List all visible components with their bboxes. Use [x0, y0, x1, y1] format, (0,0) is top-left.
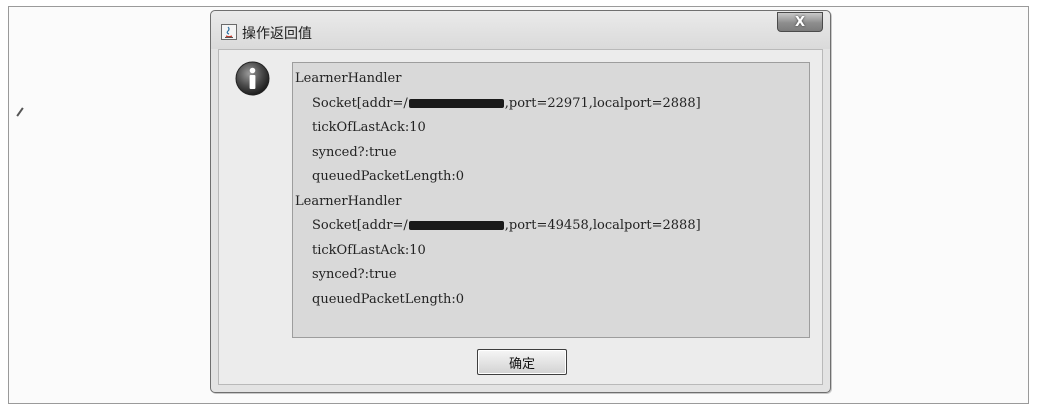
message-line: queuedPacketLength:0: [312, 169, 465, 184]
info-icon: [235, 61, 270, 96]
message-line: Socket[addr=/ ,port=49458,localport=2888]: [295, 214, 809, 239]
socket-suffix: ,port=49458,localport=2888]: [504, 218, 701, 233]
socket-prefix: Socket[addr=/: [312, 95, 408, 111]
socket-prefix: Socket[addr=/: [312, 218, 408, 233]
redacted-address: [408, 98, 504, 108]
dialog-titlebar[interactable]: 操作返回值 X: [211, 11, 830, 49]
message-line: synced?:true: [312, 144, 397, 160]
message-line: LearnerHandler: [295, 193, 402, 209]
message-line: queuedPacketLength:0: [312, 291, 465, 307]
message-line: tickOfLastAck:10: [312, 242, 426, 258]
return-value-dialog: 操作返回值 X LearnerHandler Socket[addr=/ ,po…: [210, 10, 831, 393]
close-icon: X: [794, 14, 806, 30]
message-text-area: LearnerHandler Socket[addr=/ ,port=22971,…: [292, 62, 810, 338]
socket-suffix: ,port=22971,localport=2888]: [504, 95, 701, 111]
message-line: LearnerHandler: [295, 71, 402, 86]
dialog-content: LearnerHandler Socket[addr=/ ,port=22971,…: [218, 49, 823, 385]
ok-button[interactable]: 确定: [477, 349, 567, 375]
message-line: synced?:true: [312, 267, 397, 282]
message-line: Socket[addr=/ ,port=22971,localport=2888]: [295, 92, 809, 117]
message-line: tickOfLastAck:10: [312, 120, 426, 135]
close-button[interactable]: X: [777, 12, 823, 32]
dialog-title: 操作返回值: [242, 26, 312, 42]
java-app-icon: [221, 24, 237, 40]
redacted-address: [408, 221, 504, 230]
